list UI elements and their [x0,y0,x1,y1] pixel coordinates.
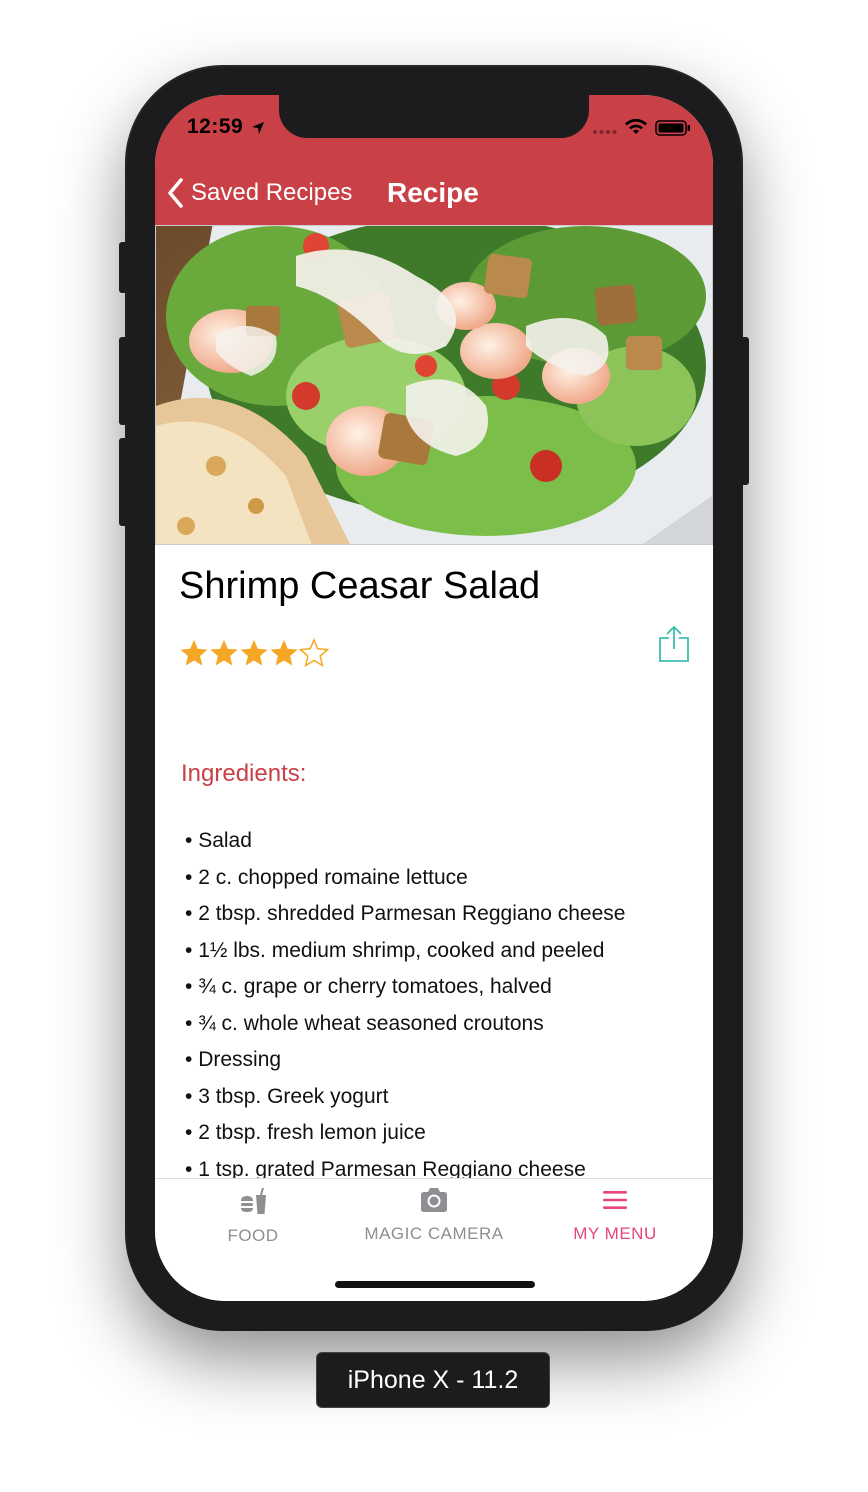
status-time: 12:59 [187,115,244,138]
tab-magic-camera-label: MAGIC CAMERA [364,1224,504,1243]
tab-my-menu-label: MY MENU [573,1224,657,1243]
home-indicator[interactable] [335,1281,535,1288]
volume-down-button [119,438,128,526]
power-button [740,337,749,485]
recipe-photo [155,225,713,545]
list-item: 2 tbsp. shredded Parmesan Reggiano chees… [185,896,625,933]
phone-screen: 12:59 Saved Recipes Recipe Shrimp Ceasar… [155,95,713,1301]
menu-icon [603,1191,627,1209]
food-icon [241,1187,266,1214]
star-empty-icon [299,638,329,668]
list-item: ¾ c. whole wheat seasoned croutons [185,1006,625,1043]
ingredients-heading: Ingredients: [181,760,307,787]
star-filled-icon [240,639,268,666]
battery-icon [655,120,690,136]
star-filled-icon [210,639,238,666]
tab-food[interactable]: FOOD [160,1187,346,1246]
list-item: 2 c. chopped romaine lettuce [185,860,625,897]
list-item: 2 tbsp. fresh lemon juice [185,1115,625,1152]
list-item: Dressing [185,1042,625,1079]
silent-switch [119,242,128,293]
list-item: ¾ c. grape or cherry tomatoes, halved [185,969,625,1006]
share-icon [659,625,689,662]
list-item: Salad [185,823,625,860]
list-item: 1½ lbs. medium shrimp, cooked and peeled [185,933,625,970]
device-notch [279,95,589,138]
simulator-device-label: iPhone X - 11.2 [316,1352,550,1408]
tab-my-menu[interactable]: MY MENU [522,1187,708,1244]
tab-food-label: FOOD [227,1226,279,1245]
list-item: 3 tbsp. Greek yogurt [185,1079,625,1116]
salad-image [156,226,712,544]
camera-icon [421,1188,447,1212]
back-button-label: Saved Recipes [191,179,353,206]
signal-icon [593,130,617,134]
back-button[interactable]: Saved Recipes [167,175,352,211]
star-filled-icon [180,639,208,666]
recipe-title: Shrimp Ceasar Salad [179,565,541,607]
page-title: Recipe [387,177,479,208]
wifi-icon [625,118,647,134]
chevron-left-icon [168,178,183,208]
share-button[interactable] [658,625,690,668]
volume-up-button [119,337,128,425]
location-arrow-icon [252,122,264,134]
star-filled-icon [270,639,298,666]
ingredients-list: Salad 2 c. chopped romaine lettuce 2 tbs… [185,823,625,1188]
tab-magic-camera[interactable]: MAGIC CAMERA [341,1187,527,1244]
rating-stars [179,638,329,668]
